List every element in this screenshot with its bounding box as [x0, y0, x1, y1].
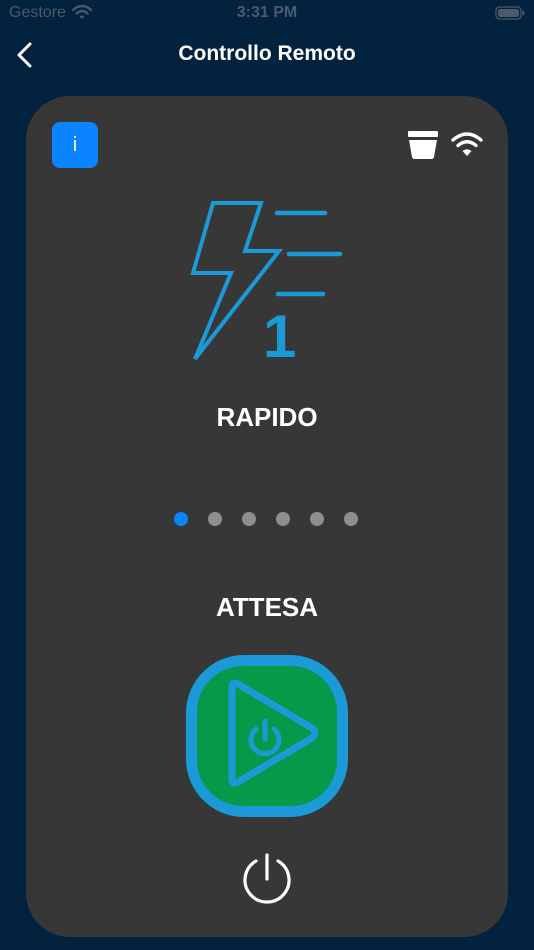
page-dot[interactable]: [242, 512, 256, 526]
battery-icon: [495, 6, 525, 20]
page-title: Controllo Remoto: [178, 42, 356, 65]
page-dot[interactable]: [344, 512, 358, 526]
info-icon: i: [72, 133, 78, 156]
nav-bar: Controllo Remoto: [0, 28, 534, 84]
mode-number: 1: [263, 303, 296, 364]
page-dot[interactable]: [208, 512, 222, 526]
page-dot[interactable]: [276, 512, 290, 526]
start-button[interactable]: [184, 653, 350, 819]
info-button[interactable]: i: [52, 122, 98, 168]
lightning-mode-icon: 1: [190, 201, 343, 364]
mode-label: RAPIDO: [216, 402, 318, 432]
status-time: 3:31 PM: [236, 4, 298, 21]
page-dot[interactable]: [174, 512, 188, 526]
status-label: ATTESA: [215, 592, 319, 622]
status-bar: Gestore 3:31 PM: [0, 0, 534, 28]
device-icon: [408, 131, 438, 159]
remote-control-card: i 1 RAPIDO ATTESA: [26, 96, 508, 937]
power-button[interactable]: [240, 852, 294, 906]
page-dot[interactable]: [310, 512, 324, 526]
wifi-icon: [451, 132, 483, 156]
